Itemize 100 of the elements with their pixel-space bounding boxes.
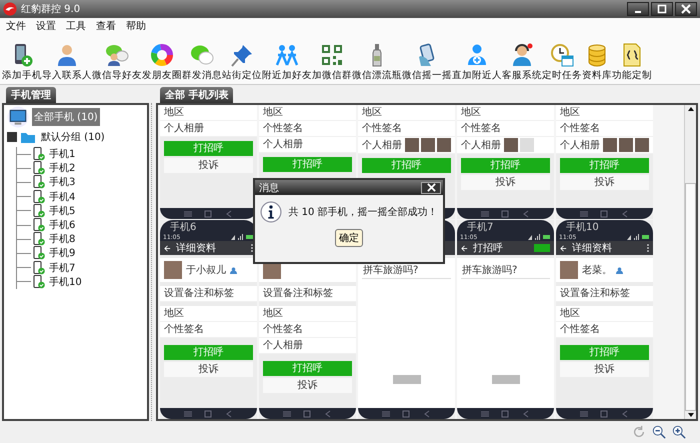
field-label: 个人相册 (263, 139, 303, 150)
phone-check-icon (33, 246, 45, 260)
toolbar-button[interactable]: 附近加好友 (262, 43, 312, 82)
pushpin-icon (230, 43, 254, 67)
vertical-scrollbar[interactable] (684, 105, 696, 419)
nickname: 老菜。 (582, 264, 612, 277)
field-label: 地区 (461, 107, 481, 118)
scroll-up-icon[interactable] (686, 105, 694, 113)
dialog-message: 共 10 部手机，摇一摇全部成功！ (288, 206, 438, 219)
field-label: 地区 (362, 107, 382, 118)
close-button[interactable] (675, 2, 697, 16)
field-label: 个性签名 (461, 123, 501, 134)
field-label: 个人相册 (362, 140, 402, 150)
phone-check-icon (33, 260, 45, 275)
window-title: 红豹群控 9.0 (21, 3, 80, 16)
monitor-icon (7, 106, 29, 128)
field-label: 个人相册 (164, 123, 204, 134)
tree-item[interactable]: 全部手机 (10) (32, 108, 100, 126)
chat-person-icon (105, 43, 129, 67)
toolbar-button[interactable]: 微信导好友 (92, 43, 142, 82)
headset-person-icon (510, 43, 534, 67)
menu-item[interactable]: 工具 (66, 19, 86, 33)
close-button[interactable] (421, 182, 441, 194)
avatar-placeholder (560, 261, 578, 279)
screen-title: 详细资料 (176, 242, 216, 255)
toolbar-button[interactable]: 功能定制 (612, 43, 652, 82)
signal-battery-icon (230, 234, 254, 240)
field-label: 地区 (164, 308, 184, 319)
field-label: 个性签名 (362, 123, 402, 134)
refresh-icon[interactable] (632, 425, 646, 439)
toolbar-button[interactable]: 直加附近人 (452, 43, 502, 82)
menu-item[interactable]: 文件 (6, 19, 26, 33)
panel-tab[interactable]: 手机管理 (6, 87, 56, 103)
phone-name: 手机6 (170, 220, 196, 234)
minimize-button[interactable] (627, 2, 649, 16)
expand-toggle-icon[interactable] (7, 132, 17, 142)
report-button[interactable]: 投诉 (263, 378, 352, 393)
report-button[interactable]: 投诉 (164, 158, 253, 173)
toolbar-button[interactable]: 资料库 (582, 43, 612, 82)
zoom-out-icon[interactable] (652, 425, 666, 439)
menu-item[interactable]: 查看 (96, 19, 116, 33)
photo-placeholder (603, 138, 617, 152)
toolbar-button[interactable]: 定时任务 (542, 43, 582, 82)
toolbar-button[interactable]: 微信摇一摇 (402, 43, 452, 82)
photo-placeholder (619, 138, 633, 152)
chat-bubbles-icon (190, 43, 214, 67)
person-icon (55, 43, 79, 67)
panel-tab[interactable]: 全部 手机列表 (160, 87, 234, 103)
field-label: 地区 (164, 107, 184, 118)
toolbar-button[interactable]: 客服系统 (502, 43, 542, 82)
menu-item[interactable]: 设置 (36, 19, 56, 33)
phone-check-icon (33, 232, 45, 246)
dialog-title: 消息 (259, 182, 279, 194)
field-label: 个性签名 (263, 324, 303, 335)
screen-title: 打招呼 (473, 242, 503, 255)
field-label: 地区 (560, 107, 580, 118)
toolbar-button[interactable]: 站街定位 (222, 43, 262, 82)
toolbar-button[interactable]: 加微信群 (312, 43, 352, 82)
menu-item[interactable]: 帮助 (126, 19, 146, 33)
maximize-button[interactable] (651, 2, 673, 16)
message-field[interactable]: 拼车旅游吗? (461, 262, 550, 279)
phone-name: 手机7 (467, 220, 494, 234)
ok-button[interactable]: 确定 (335, 229, 363, 247)
qr-code-icon (320, 43, 344, 67)
report-button[interactable]: 投诉 (560, 175, 649, 190)
photo-placeholder (635, 138, 649, 152)
back-arrow-icon[interactable] (461, 244, 468, 252)
field-label: 个性签名 (560, 324, 600, 335)
report-button[interactable]: 投诉 (560, 362, 649, 377)
toolbar-button[interactable]: 添加手机 (2, 43, 42, 82)
toolbar-button[interactable]: 微信漂流瓶 (352, 43, 402, 82)
avatar-placeholder (164, 261, 182, 279)
field-label: 个人相册 (461, 140, 501, 150)
phone-check-icon (33, 147, 45, 162)
back-arrow-icon[interactable] (164, 244, 171, 252)
field-label: 个性签名 (263, 123, 303, 134)
field-label: 个人相册 (560, 140, 600, 150)
tree-item[interactable]: 默认分组 (10) (39, 128, 107, 146)
zoom-in-icon[interactable] (672, 425, 686, 439)
people-icon (275, 43, 299, 67)
toolbar-button[interactable]: 发朋友圈 (142, 43, 182, 82)
toolbar-button[interactable]: 群发消息 (182, 43, 222, 82)
person-plus-icon (465, 43, 489, 67)
toolbar-button[interactable]: 导入联系人 (42, 43, 92, 82)
field-label: 地区 (263, 107, 283, 118)
report-button[interactable]: 投诉 (461, 175, 550, 190)
report-button[interactable]: 投诉 (164, 362, 253, 377)
maximize-icon (657, 4, 667, 14)
close-icon (426, 183, 436, 192)
close-icon (681, 4, 691, 14)
field-label: 个人相册 (263, 340, 303, 351)
back-arrow-icon[interactable] (560, 244, 567, 252)
photo-placeholder (405, 138, 419, 152)
field-label: 个性签名 (560, 123, 600, 134)
folder-icon (20, 130, 36, 144)
phone-name: 手机10 (566, 220, 599, 234)
photo-placeholder (437, 138, 451, 152)
signal-battery-icon (626, 234, 650, 240)
phone-check-icon (33, 274, 45, 289)
field-label: 个性签名 (164, 324, 204, 335)
